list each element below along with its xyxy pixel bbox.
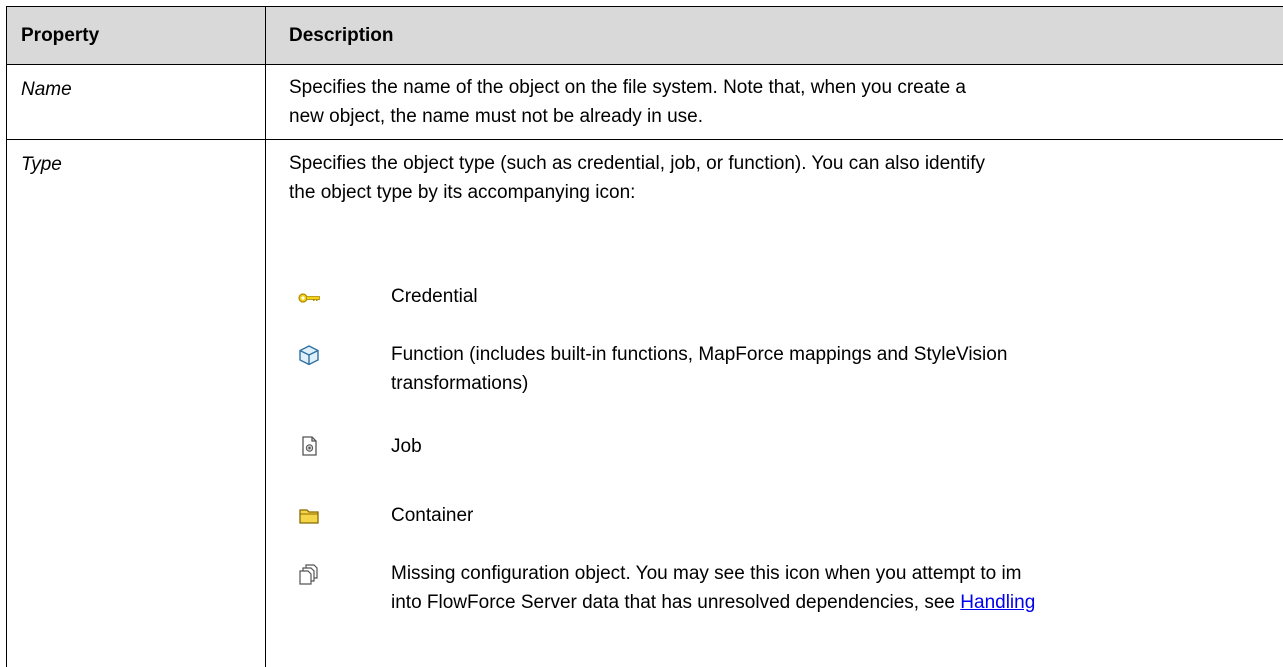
key-icon xyxy=(297,286,321,310)
properties-table: Property Description Name Specifies the … xyxy=(6,6,1283,667)
type-credential-label: Credential xyxy=(391,286,478,307)
row-name-description-line1: Specifies the name of the object on the … xyxy=(289,77,966,98)
folder-icon xyxy=(297,504,321,528)
type-function-label-line2: transformations) xyxy=(391,373,529,394)
table-header: Property Description xyxy=(7,7,1283,65)
handling-link[interactable]: Handling xyxy=(960,592,1035,613)
row-type-description-line2: the object type by its accompanying icon… xyxy=(289,182,636,203)
row-type-description-line1: Specifies the object type (such as crede… xyxy=(289,153,986,174)
type-missing-label-text: into FlowForce Server data that has unre… xyxy=(391,592,961,613)
job-icon xyxy=(297,434,321,458)
type-container-label: Container xyxy=(391,505,474,526)
type-missing-label-line1: Missing configuration object. You may se… xyxy=(391,563,1022,584)
missing-object-icon xyxy=(297,562,321,586)
header-property: Property xyxy=(21,25,100,46)
row-name-description-line2: new object, the name must not be already… xyxy=(289,106,704,127)
type-function-label-line1: Function (includes built-in functions, M… xyxy=(391,344,1008,365)
type-missing-label-line2: into FlowForce Server data that has unre… xyxy=(391,588,1035,617)
row-name-property: Name xyxy=(21,79,72,100)
header-description: Description xyxy=(289,25,394,46)
row-divider xyxy=(7,139,1283,140)
type-job-label: Job xyxy=(391,436,422,457)
cube-icon xyxy=(297,343,321,367)
row-type-property: Type xyxy=(21,154,62,175)
column-divider xyxy=(265,7,266,667)
